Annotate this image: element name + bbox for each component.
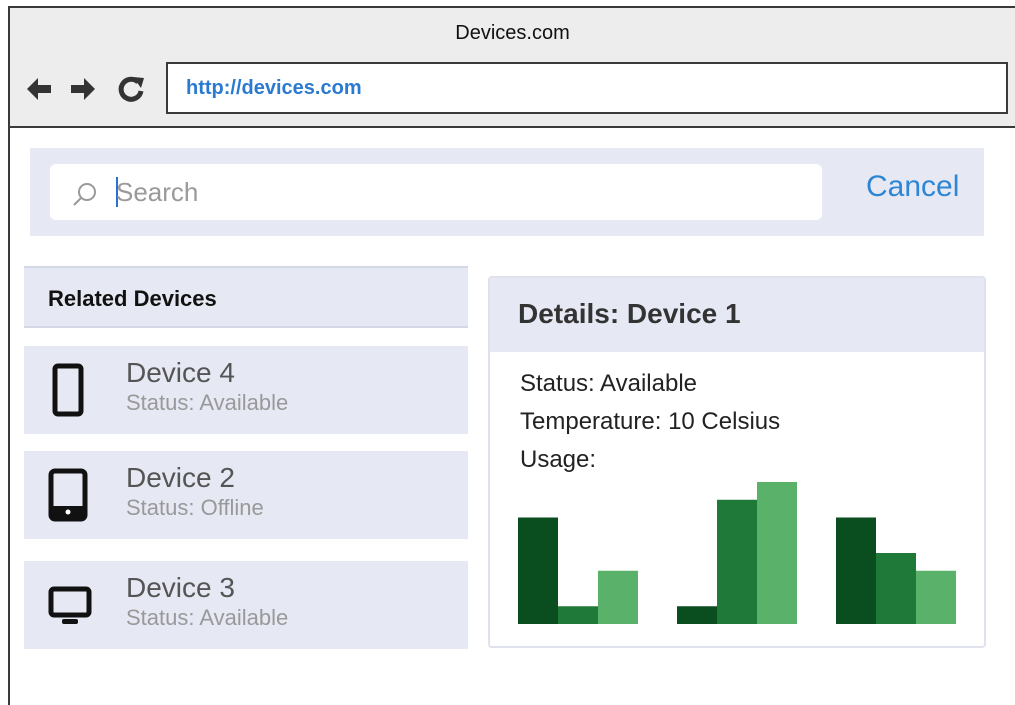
search-panel: Cancel bbox=[30, 148, 984, 236]
usage-bar bbox=[876, 553, 916, 624]
cancel-button[interactable]: Cancel bbox=[866, 170, 959, 204]
device-name: Device 4 bbox=[126, 357, 235, 388]
monitor-icon bbox=[48, 586, 92, 624]
device-list-item[interactable]: Device 3 Status: Available bbox=[24, 561, 468, 649]
usage-bar bbox=[598, 570, 638, 624]
usage-bar bbox=[757, 482, 797, 624]
device-status: Status: Available bbox=[126, 605, 289, 630]
usage-bar bbox=[717, 499, 757, 624]
device-status: Status: Available bbox=[126, 390, 289, 415]
device-status: Status: Offline bbox=[126, 495, 264, 520]
usage-bar bbox=[558, 606, 598, 624]
window-title: Devices.com bbox=[455, 22, 570, 44]
search-box[interactable] bbox=[50, 164, 822, 220]
detail-temperature: Temperature: 10 Celsius bbox=[520, 408, 781, 435]
arrow-left-icon[interactable] bbox=[24, 74, 54, 104]
search-icon bbox=[73, 183, 96, 206]
arrow-right-icon[interactable] bbox=[68, 74, 98, 104]
usage-bar bbox=[836, 517, 876, 624]
tablet-icon bbox=[48, 468, 88, 522]
device-details-card: Details: Device 1 Status: Available Temp… bbox=[488, 276, 986, 648]
device-list-item[interactable]: Device 4 Status: Available bbox=[24, 346, 468, 434]
details-title: Details: Device 1 bbox=[518, 298, 741, 329]
device-name: Device 2 bbox=[126, 462, 235, 493]
related-devices-title: Related Devices bbox=[48, 286, 217, 311]
usage-bar bbox=[677, 606, 717, 624]
device-list-item[interactable]: Device 2 Status: Offline bbox=[24, 451, 468, 539]
usage-bar bbox=[916, 570, 956, 624]
details-header: Details: Device 1 bbox=[490, 278, 984, 352]
url-text: http://devices.com bbox=[186, 77, 362, 99]
reload-icon[interactable] bbox=[116, 74, 146, 104]
browser-chrome: Devices.com http://devices.com bbox=[10, 8, 1015, 128]
detail-status: Status: Available bbox=[520, 370, 698, 397]
search-input[interactable] bbox=[116, 173, 806, 211]
address-bar[interactable]: http://devices.com bbox=[166, 62, 1008, 114]
device-name: Device 3 bbox=[126, 572, 235, 603]
usage-bar bbox=[518, 517, 558, 624]
related-devices-header: Related Devices bbox=[24, 266, 468, 328]
usage-chart bbox=[518, 482, 956, 624]
phone-icon bbox=[52, 363, 84, 417]
